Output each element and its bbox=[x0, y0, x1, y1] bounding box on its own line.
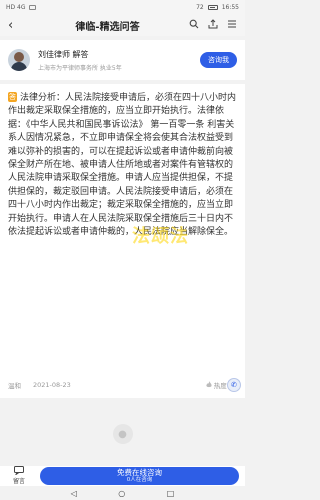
nav-bar: ‹ 律临-精选问答 bbox=[0, 14, 245, 36]
heat-label: 热度 bbox=[213, 382, 227, 390]
system-recent-icon[interactable]: □ bbox=[167, 489, 175, 498]
fire-icon bbox=[206, 380, 212, 390]
battery-level: 72 bbox=[196, 3, 204, 11]
answer-badge: 答 bbox=[8, 92, 17, 102]
nav-actions bbox=[189, 18, 237, 32]
free-consult-subtitle: 0人在咨询 bbox=[126, 477, 153, 483]
answer-meta: 温和 2021-08-23 热度 64 bbox=[8, 380, 237, 390]
lawyer-card[interactable]: 刘佳律师 解答 上海市为平律师事务所 执业5年 咨询我 bbox=[0, 40, 245, 80]
answer-text: 法律分析：人民法院接受申请后，必须在四十八小时内作出裁定采取保全措施的，应当立即… bbox=[8, 93, 237, 238]
lawyer-firm: 上海市为平律师事务所 执业5年 bbox=[38, 64, 122, 72]
clock: 16:55 bbox=[221, 3, 239, 11]
system-back-icon[interactable]: ◁ bbox=[71, 489, 77, 498]
status-left: HD 4G bbox=[6, 4, 36, 11]
notification-icon bbox=[28, 4, 36, 10]
empty-area: ● bbox=[0, 424, 245, 466]
bottom-bar: 留言 免费在线咨询 0人在咨询 bbox=[0, 466, 245, 486]
answer-area: 温和 bbox=[8, 382, 21, 390]
message-button[interactable]: 留言 bbox=[6, 466, 32, 486]
system-home-icon[interactable]: ○ bbox=[118, 489, 125, 498]
answer-body: 答法律分析：人民法院接受申请后，必须在四十八小时内作出裁定采取保全措施的，应当立… bbox=[8, 92, 237, 239]
consult-me-button[interactable]: 咨询我 bbox=[200, 52, 237, 68]
more-icon[interactable] bbox=[227, 19, 237, 32]
answer-date: 2021-08-23 bbox=[33, 381, 71, 389]
answer-card: 答法律分析：人民法院接受申请后，必须在四十八小时内作出裁定采取保全措施的，应当立… bbox=[0, 84, 245, 398]
search-icon[interactable] bbox=[189, 19, 199, 32]
free-consult-title: 免费在线咨询 bbox=[117, 468, 162, 477]
back-button[interactable]: ‹ bbox=[8, 18, 26, 33]
watermark: 法颂法 bbox=[132, 226, 189, 247]
network-indicator: HD 4G bbox=[6, 3, 26, 11]
message-label: 留言 bbox=[12, 478, 25, 485]
free-consult-button[interactable]: 免费在线咨询 0人在咨询 bbox=[40, 467, 239, 485]
status-bar: HD 4G 72 16:55 bbox=[0, 0, 245, 14]
phone-icon: ✆ bbox=[231, 381, 237, 389]
status-right: 72 16:55 bbox=[196, 4, 239, 11]
lawyer-name: 刘佳律师 解答 bbox=[38, 49, 89, 59]
floating-phone-button[interactable]: ✆ bbox=[227, 378, 241, 392]
system-nav-bar: ◁ ○ □ bbox=[0, 486, 245, 500]
battery-icon bbox=[207, 4, 218, 10]
message-icon bbox=[14, 466, 24, 478]
lawyer-info: 刘佳律师 解答 上海市为平律师事务所 执业5年 bbox=[38, 49, 200, 72]
page-title: 律临-精选问答 bbox=[75, 21, 140, 33]
share-icon[interactable] bbox=[208, 18, 218, 32]
avatar[interactable] bbox=[8, 49, 30, 71]
paw-icon: ● bbox=[112, 424, 133, 444]
